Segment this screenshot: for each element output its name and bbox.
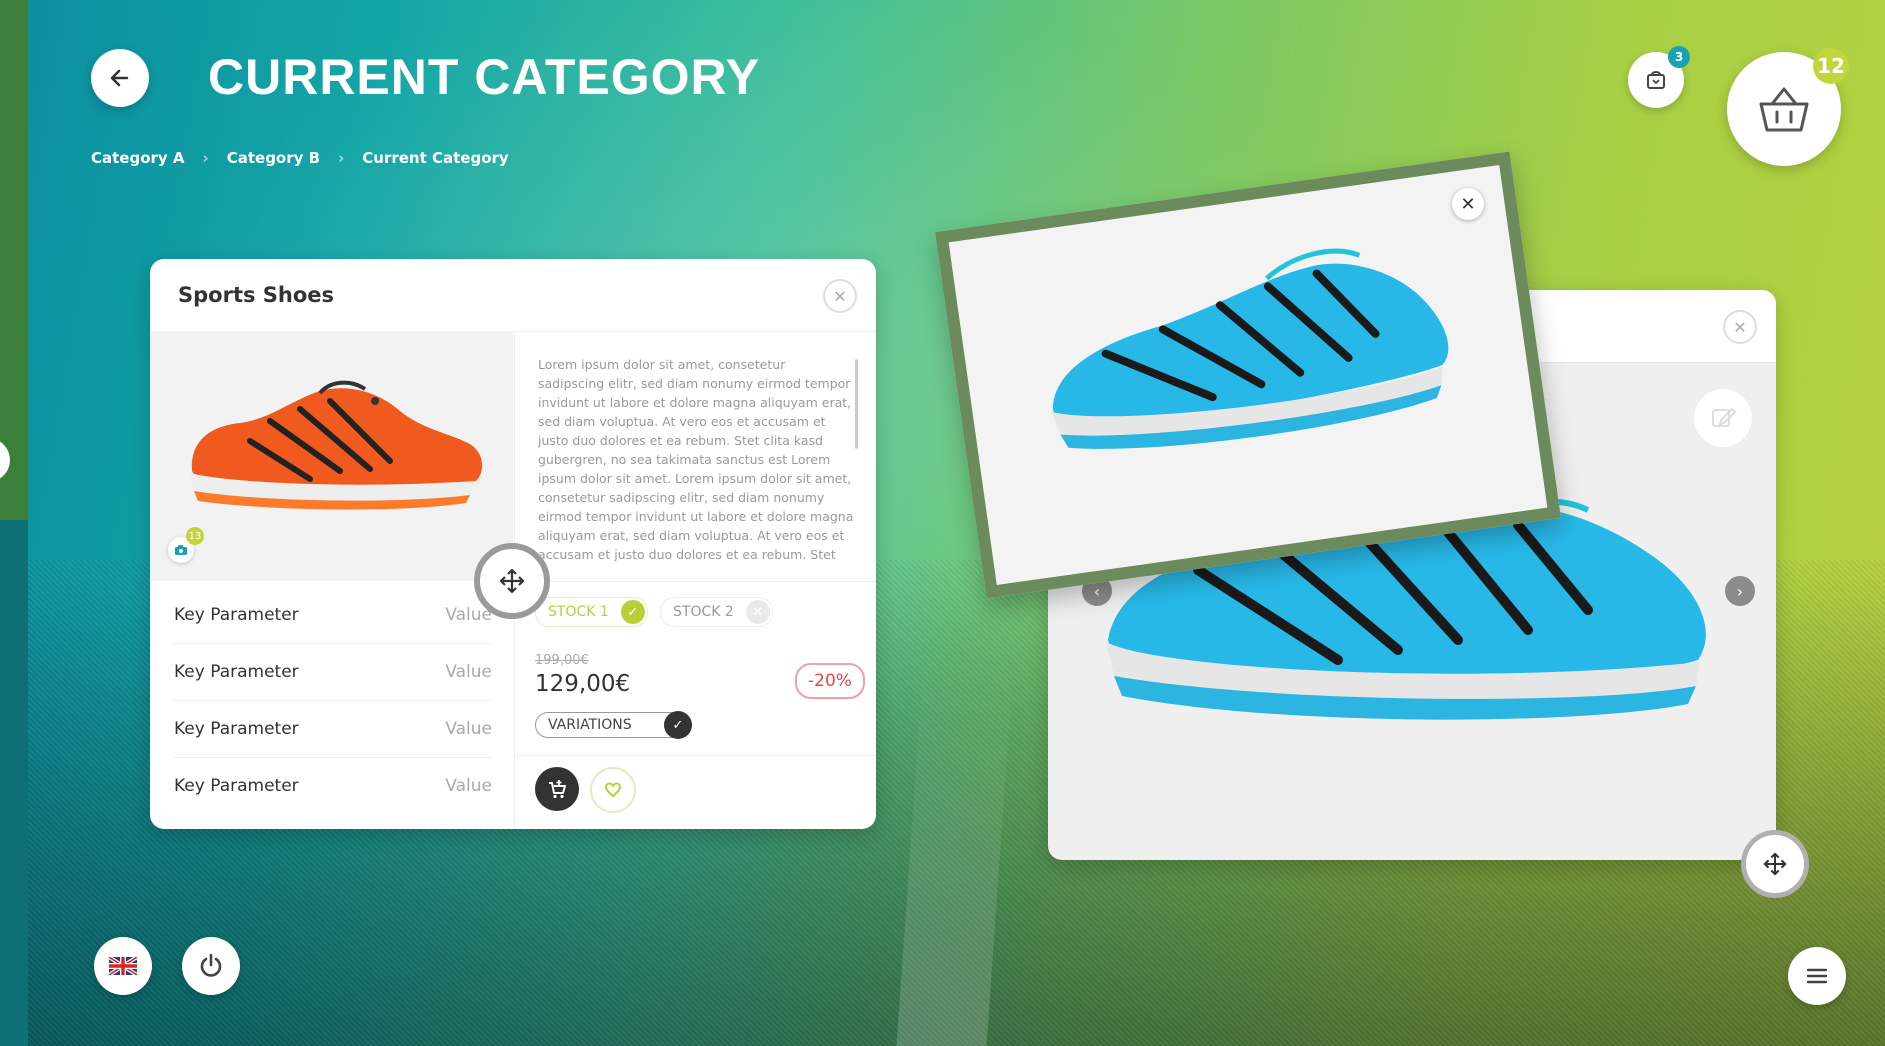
uk-flag-icon bbox=[109, 957, 137, 975]
parameter-value: Value bbox=[445, 776, 492, 796]
parameter-row: Key Parameter Value bbox=[174, 644, 492, 701]
description-scrollbar[interactable] bbox=[855, 359, 858, 449]
parameter-value: Value bbox=[445, 662, 492, 682]
heart-icon bbox=[604, 782, 622, 798]
card-divider-horizontal bbox=[514, 581, 876, 582]
breadcrumb-item-category-b[interactable]: Category B bbox=[227, 149, 320, 167]
back-button[interactable] bbox=[91, 49, 149, 107]
parameter-row: Key Parameter Value bbox=[174, 701, 492, 758]
breadcrumb: Category A › Category B › Current Catego… bbox=[91, 149, 509, 167]
chevron-right-icon: › bbox=[338, 149, 345, 167]
product-description: Lorem ipsum dolor sit amet, consetetur s… bbox=[538, 357, 854, 561]
image-viewer-close-button[interactable]: ✕ bbox=[1723, 310, 1757, 344]
left-edge-panel-lower bbox=[0, 520, 28, 1046]
menu-icon bbox=[1806, 968, 1828, 984]
edit-icon bbox=[1712, 407, 1737, 427]
key-parameters-list: Key Parameter Value Key Parameter Value … bbox=[174, 587, 492, 814]
chevron-left-icon: ‹ bbox=[1093, 581, 1101, 601]
small-cart-badge: 3 bbox=[1668, 46, 1690, 68]
parameter-key: Key Parameter bbox=[174, 776, 299, 796]
check-icon: ✓ bbox=[664, 711, 692, 739]
image-gallery-button[interactable]: 13 bbox=[168, 527, 204, 563]
basket-icon bbox=[1759, 87, 1809, 132]
parameter-key: Key Parameter bbox=[174, 605, 299, 625]
chevron-right-icon: › bbox=[1736, 581, 1744, 601]
wishlist-button[interactable] bbox=[590, 767, 636, 813]
close-icon: ✕ bbox=[833, 286, 847, 306]
add-to-cart-button[interactable] bbox=[535, 767, 579, 811]
move-handle[interactable] bbox=[474, 543, 550, 619]
arrow-left-icon bbox=[110, 69, 129, 87]
old-price: 199,00€ bbox=[535, 653, 589, 668]
product-card-close-button[interactable]: ✕ bbox=[823, 279, 857, 313]
left-edge-panel bbox=[0, 0, 28, 520]
orange-shoe-image bbox=[190, 380, 483, 510]
stock-2-toggle[interactable]: STOCK 2 ✕ bbox=[660, 597, 773, 627]
move-icon bbox=[1763, 852, 1787, 876]
close-icon: ✕ bbox=[1733, 317, 1747, 337]
product-card-header: Sports Shoes bbox=[150, 259, 876, 332]
stock-2-label: STOCK 2 bbox=[673, 604, 734, 620]
stock-1-label: STOCK 1 bbox=[548, 604, 609, 620]
parameter-key: Key Parameter bbox=[174, 662, 299, 682]
move-icon bbox=[499, 568, 525, 594]
menu-button[interactable] bbox=[1788, 947, 1846, 1005]
check-icon: ✓ bbox=[620, 600, 645, 624]
small-cart-button[interactable]: 3 bbox=[1628, 46, 1690, 108]
cart-icon bbox=[1647, 71, 1665, 89]
close-icon: ✕ bbox=[745, 600, 770, 624]
blue-shoe-image bbox=[1051, 248, 1449, 449]
basket-badge: 12 bbox=[1813, 48, 1849, 84]
edit-button[interactable] bbox=[1693, 388, 1753, 448]
next-image-button[interactable]: › bbox=[1725, 576, 1755, 606]
parameter-key: Key Parameter bbox=[174, 719, 299, 739]
page-title: CURRENT CATEGORY bbox=[208, 49, 761, 105]
chevron-right-icon: › bbox=[202, 149, 209, 167]
variations-toggle[interactable]: VARIATIONS ✓ bbox=[535, 711, 692, 739]
breadcrumb-item-category-a[interactable]: Category A bbox=[91, 149, 185, 167]
variations-label: VARIATIONS bbox=[548, 717, 632, 733]
discount-badge: -20% bbox=[795, 663, 865, 699]
image-count-badge: 13 bbox=[186, 527, 204, 545]
parameter-row: Key Parameter Value bbox=[174, 758, 492, 814]
product-card-title: Sports Shoes bbox=[178, 283, 335, 307]
add-to-cart-icon bbox=[549, 780, 566, 799]
breadcrumb-item-current: Current Category bbox=[362, 149, 509, 167]
close-icon: ✕ bbox=[1460, 193, 1476, 215]
move-handle-viewer[interactable] bbox=[1741, 830, 1809, 898]
basket-button[interactable]: 12 bbox=[1727, 48, 1849, 166]
language-button[interactable] bbox=[94, 937, 152, 995]
camera-icon bbox=[175, 545, 187, 555]
image-preview-close-button[interactable]: ✕ bbox=[1452, 188, 1484, 220]
product-image[interactable] bbox=[150, 331, 513, 581]
parameter-value: Value bbox=[445, 719, 492, 739]
parameter-row: Key Parameter Value bbox=[174, 587, 492, 644]
card-divider-horizontal-2 bbox=[514, 755, 876, 756]
power-icon bbox=[200, 953, 222, 977]
stock-1-toggle[interactable]: STOCK 1 ✓ bbox=[535, 597, 648, 627]
power-button[interactable] bbox=[182, 937, 240, 995]
current-price: 129,00€ bbox=[535, 671, 631, 697]
